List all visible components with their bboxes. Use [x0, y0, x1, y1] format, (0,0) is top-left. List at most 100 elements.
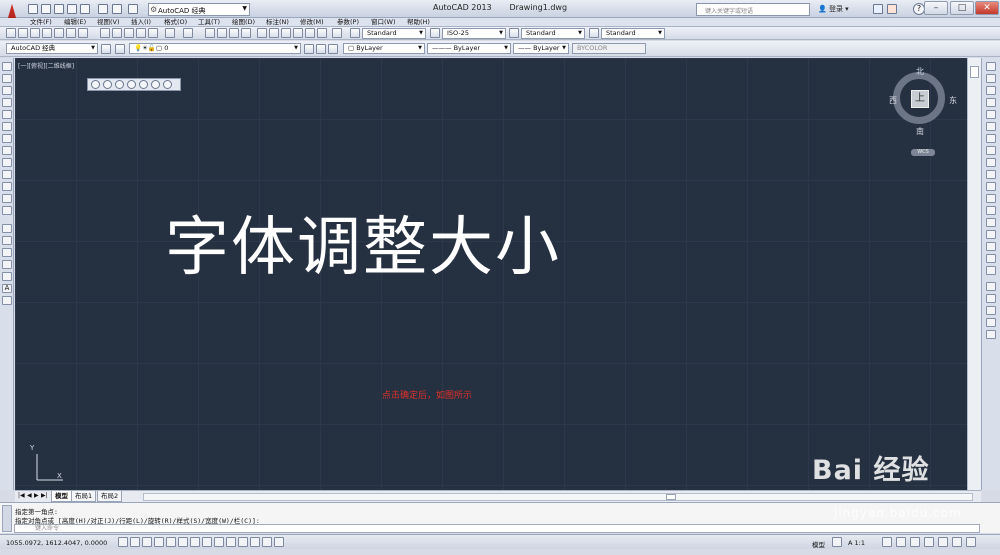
text-style-select[interactable]: Standard ▼: [362, 28, 426, 39]
zoom-previous-icon[interactable]: [241, 28, 251, 38]
menu-format[interactable]: 格式(O): [164, 18, 187, 27]
linetype-select[interactable]: ——— ByLayer ▼: [427, 43, 511, 54]
workspace-settings-icon[interactable]: [101, 44, 111, 54]
send-to-back-icon[interactable]: [986, 306, 996, 315]
cut-icon[interactable]: [100, 28, 110, 38]
layer-select[interactable]: 💡☀🔓▢ 0 ▼: [129, 43, 301, 54]
mleader-style-select[interactable]: Standard ▼: [601, 28, 665, 39]
exchange-icon[interactable]: [873, 4, 883, 14]
object-snap-tracking-icon[interactable]: [202, 537, 212, 547]
ellipse-arc-icon[interactable]: [2, 182, 12, 191]
move-icon[interactable]: [986, 122, 996, 131]
viewcube[interactable]: 上 北 南 东 西 WCS: [889, 66, 957, 156]
undo-toolbar-icon[interactable]: [165, 28, 175, 38]
viewcube-face[interactable]: 上: [911, 90, 929, 108]
quickcalc-icon[interactable]: [317, 28, 327, 38]
grid-display-icon[interactable]: [142, 537, 152, 547]
menu-view[interactable]: 视图(V): [97, 18, 120, 27]
compass-east[interactable]: 东: [949, 95, 957, 106]
make-current-layer-icon[interactable]: [304, 44, 314, 54]
layer-states-icon[interactable]: [328, 44, 338, 54]
ortho-mode-icon[interactable]: [154, 537, 164, 547]
wcs-menu[interactable]: WCS: [911, 149, 935, 156]
markup-icon[interactable]: [305, 28, 315, 38]
block-editor-icon[interactable]: [148, 28, 158, 38]
copy-icon[interactable]: [112, 28, 122, 38]
dim-style-select[interactable]: ISO-25 ▼: [442, 28, 506, 39]
bring-above-icon[interactable]: [986, 318, 996, 327]
scale-icon[interactable]: [986, 146, 996, 155]
compass-north[interactable]: 北: [916, 66, 924, 77]
match-properties-icon[interactable]: [136, 28, 146, 38]
stretch-icon[interactable]: [986, 158, 996, 167]
workspace-toolbar-select[interactable]: AutoCAD 经典 ▼: [6, 43, 98, 54]
table-style-icon[interactable]: [509, 28, 519, 38]
menu-parametric[interactable]: 参数(P): [337, 18, 359, 27]
arc-icon[interactable]: [2, 122, 12, 131]
mirror-icon[interactable]: [986, 86, 996, 95]
polyline-icon[interactable]: [2, 86, 12, 95]
construction-line-icon[interactable]: [2, 74, 12, 83]
redo-toolbar-icon[interactable]: [183, 28, 193, 38]
menu-tools[interactable]: 工具(T): [198, 18, 220, 27]
lineweight-select[interactable]: —— ByLayer ▼: [513, 43, 569, 54]
sheet-set-icon[interactable]: [293, 28, 303, 38]
spline-icon[interactable]: [2, 158, 12, 167]
fillet-icon[interactable]: [986, 242, 996, 251]
revision-cloud-icon[interactable]: [2, 146, 12, 155]
zoom-realtime-icon[interactable]: [217, 28, 227, 38]
viewport-controls[interactable]: [一][俯视][二维线框]: [18, 61, 74, 70]
close-button[interactable]: ✕: [975, 1, 999, 15]
coordinate-readout[interactable]: 1055.0972, 1612.4047, 0.0000: [6, 539, 107, 547]
hatch-icon[interactable]: [2, 236, 12, 245]
infer-constraints-icon[interactable]: [118, 537, 128, 547]
drawing-canvas[interactable]: [一][俯视][二维线框] 字体调整大小 点击确定后，如图所示 Y X 上 北 …: [15, 58, 967, 490]
break-at-point-icon[interactable]: [986, 194, 996, 203]
zoom-object-icon[interactable]: [139, 80, 148, 89]
last-tab-icon[interactable]: ▶|: [41, 492, 48, 499]
rectangle-icon[interactable]: [2, 110, 12, 119]
extend-icon[interactable]: [986, 182, 996, 191]
break-icon[interactable]: [986, 206, 996, 215]
polygon-icon[interactable]: [2, 98, 12, 107]
autodesk-360-icon[interactable]: [887, 4, 897, 14]
drawing-mtext[interactable]: 字体调整大小: [165, 196, 765, 288]
tab-layout1[interactable]: 布局1: [71, 491, 97, 502]
polar-tracking-icon[interactable]: [166, 537, 176, 547]
erase-icon[interactable]: [986, 62, 996, 71]
layer-previous-icon[interactable]: [316, 44, 326, 54]
transparency-icon[interactable]: [250, 537, 260, 547]
line-icon[interactable]: [2, 62, 12, 71]
zoom-center-icon[interactable]: [127, 80, 136, 89]
qnew-icon[interactable]: [6, 28, 16, 38]
publish-3d-icon[interactable]: [78, 28, 88, 38]
dynamic-ucs-icon[interactable]: [214, 537, 224, 547]
zoom-dynamic-icon[interactable]: [103, 80, 112, 89]
snap-mode-icon[interactable]: [130, 537, 140, 547]
explode-icon[interactable]: [986, 266, 996, 275]
dim-style-icon[interactable]: [430, 28, 440, 38]
first-tab-icon[interactable]: |◀: [18, 492, 25, 499]
layer-properties-icon[interactable]: [115, 44, 125, 54]
design-center-icon[interactable]: [269, 28, 279, 38]
horizontal-scroll-thumb[interactable]: [666, 494, 676, 500]
circle-icon[interactable]: [2, 134, 12, 143]
properties-icon[interactable]: [257, 28, 267, 38]
zoom-scale-icon[interactable]: [115, 80, 124, 89]
menu-dimension[interactable]: 标注(N): [266, 18, 289, 27]
publish-icon[interactable]: [66, 28, 76, 38]
object-snap-icon[interactable]: [178, 537, 188, 547]
open-icon[interactable]: [18, 28, 28, 38]
menu-draw[interactable]: 绘图(D): [232, 18, 255, 27]
plot-style-select[interactable]: BYCOLOR: [572, 43, 646, 54]
login-button[interactable]: 👤 登录 ▾: [818, 4, 849, 14]
draworder-icon[interactable]: [986, 282, 996, 291]
selection-cycling-icon[interactable]: [274, 537, 284, 547]
insert-block-icon[interactable]: [2, 194, 12, 203]
menu-file[interactable]: 文件(F): [30, 18, 52, 27]
blend-curves-icon[interactable]: [986, 254, 996, 263]
make-block-icon[interactable]: [2, 206, 12, 215]
tab-model[interactable]: 模型: [51, 491, 72, 502]
tool-palettes-icon[interactable]: [281, 28, 291, 38]
compass-west[interactable]: 西: [889, 95, 897, 106]
